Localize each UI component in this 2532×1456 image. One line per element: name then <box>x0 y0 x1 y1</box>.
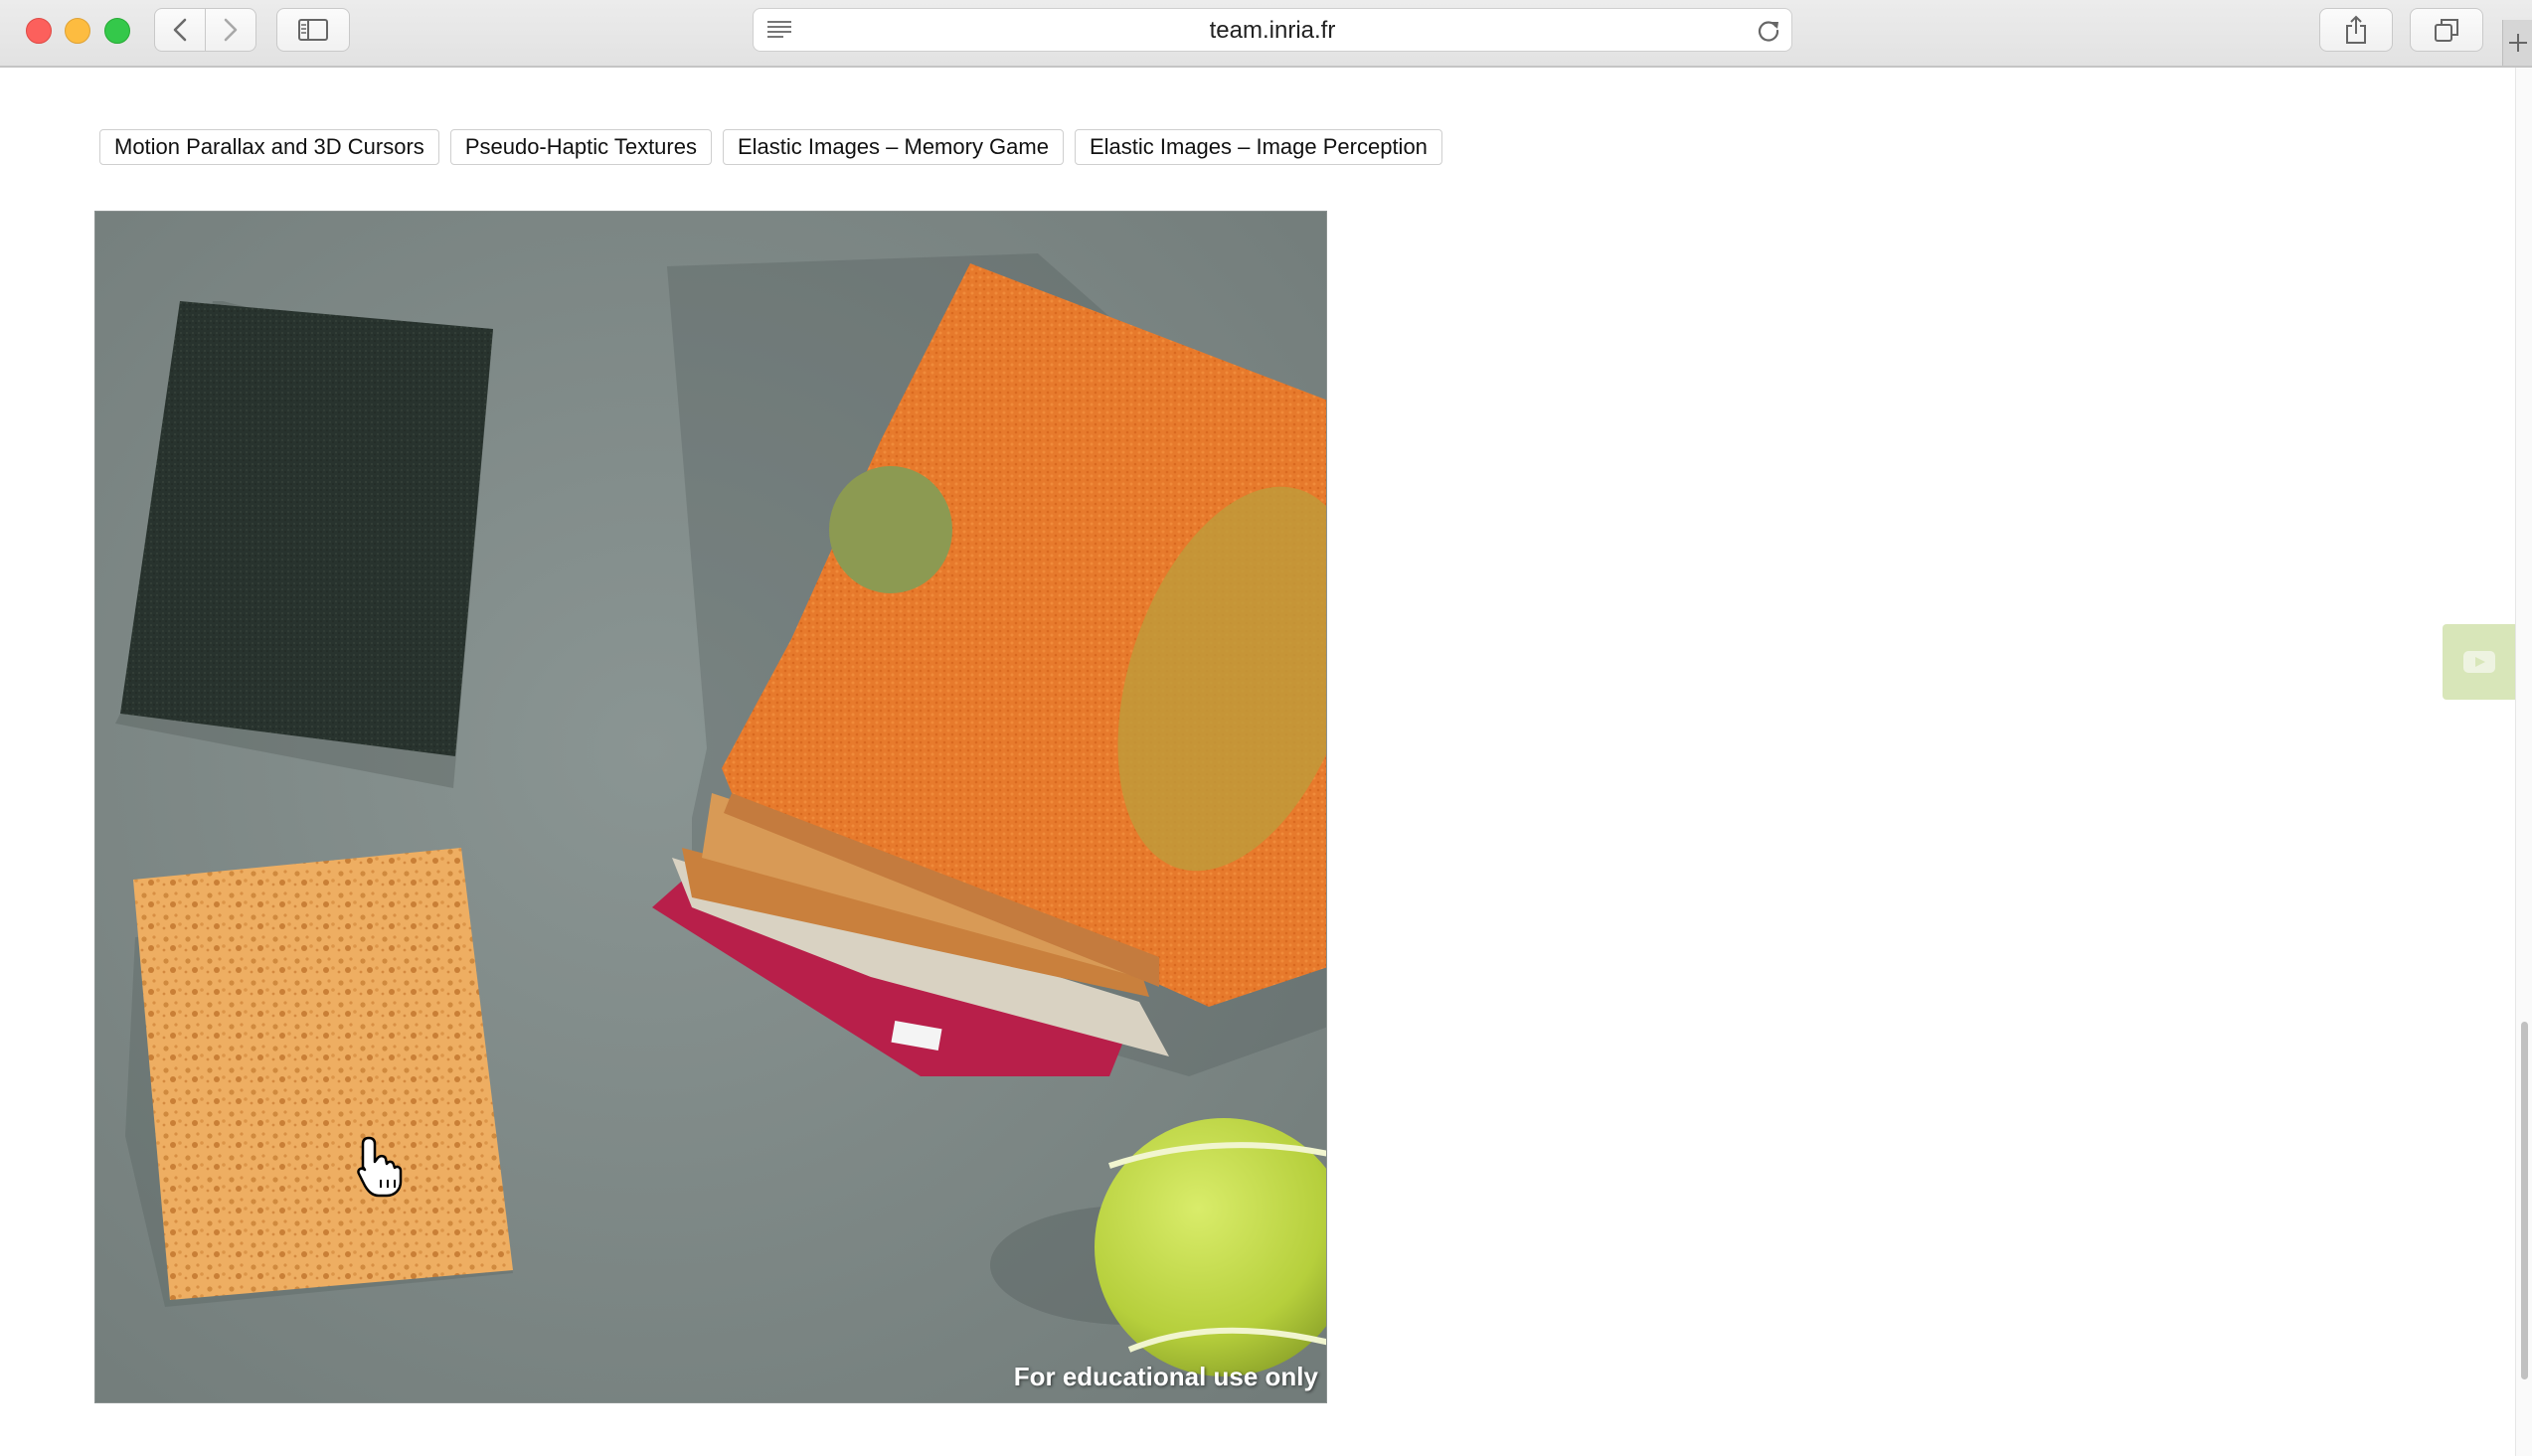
video-widget[interactable] <box>2443 624 2515 700</box>
address-bar[interactable]: team.inria.fr <box>753 8 1792 52</box>
forward-button[interactable] <box>205 8 256 52</box>
chevron-left-icon <box>173 18 187 42</box>
tab-pseudo-haptic-textures[interactable]: Pseudo-Haptic Textures <box>449 129 712 165</box>
tabs-overview-button[interactable] <box>2410 8 2483 52</box>
close-window-button[interactable] <box>26 18 52 44</box>
chevron-right-icon <box>224 18 238 42</box>
url-text: team.inria.fr <box>1209 17 1336 44</box>
page-content: Motion Parallax and 3D Cursors Pseudo-Ha… <box>0 68 2515 1456</box>
navigation-buttons <box>154 8 257 52</box>
new-tab-button[interactable] <box>2502 20 2532 66</box>
back-button[interactable] <box>154 8 206 52</box>
browser-toolbar: team.inria.fr <box>0 0 2532 68</box>
zoom-window-button[interactable] <box>104 18 130 44</box>
tab-elastic-images-memory-game[interactable]: Elastic Images – Memory Game <box>722 129 1064 165</box>
minimize-window-button[interactable] <box>65 18 90 44</box>
page-scrollbar[interactable] <box>2515 68 2532 1456</box>
texture-demo-image[interactable]: For educational use only <box>94 211 1327 1403</box>
sidebar-toggle-button[interactable] <box>276 8 350 52</box>
tab-elastic-images-image-perception[interactable]: Elastic Images – Image Perception <box>1074 129 1442 165</box>
scrollbar-thumb[interactable] <box>2521 1022 2528 1379</box>
image-watermark: For educational use only <box>1013 1362 1318 1391</box>
browser-window: team.inria.fr Motion Parallax and 3D Cur… <box>0 0 2532 1456</box>
sidebar-icon <box>298 19 328 41</box>
video-icon <box>2462 651 2495 673</box>
plus-icon <box>2509 34 2527 52</box>
share-button[interactable] <box>2319 8 2393 52</box>
textures-photo <box>95 212 1326 1402</box>
demo-tabs: Motion Parallax and 3D Cursors Pseudo-Ha… <box>99 129 1442 165</box>
reload-icon[interactable] <box>1756 18 1781 44</box>
tab-motion-parallax[interactable]: Motion Parallax and 3D Cursors <box>99 129 439 165</box>
tabs-overview-icon <box>2435 19 2458 42</box>
share-icon <box>2346 15 2366 44</box>
